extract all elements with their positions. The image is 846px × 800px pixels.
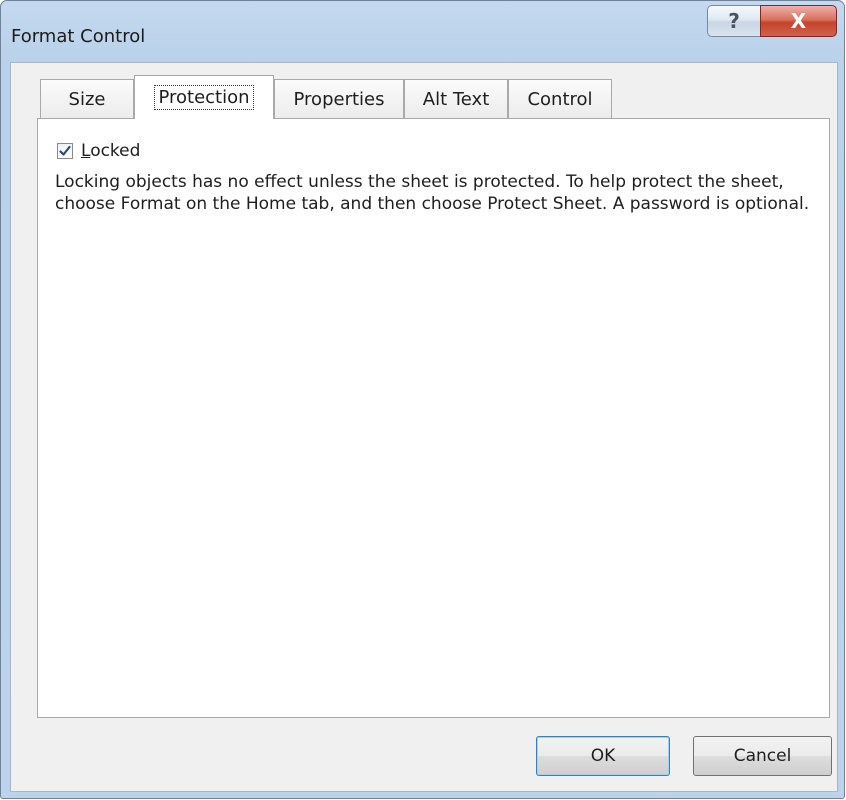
dialog-title: Format Control bbox=[11, 26, 146, 47]
tab-alt-text[interactable]: Alt Text bbox=[404, 79, 508, 118]
locked-label-rest: ocked bbox=[90, 141, 141, 161]
tab-control-label: Control bbox=[527, 88, 593, 110]
locked-label: Locked bbox=[81, 141, 140, 161]
tab-properties-label: Properties bbox=[293, 88, 385, 110]
tab-protection[interactable]: Protection bbox=[134, 75, 274, 119]
ok-button[interactable]: OK bbox=[536, 736, 670, 776]
locked-option[interactable]: Locked bbox=[57, 139, 140, 163]
ok-button-label: OK bbox=[590, 746, 616, 766]
checkmark-icon bbox=[59, 145, 71, 156]
close-icon: X bbox=[790, 9, 807, 33]
close-button[interactable]: X bbox=[760, 5, 837, 37]
dialog-body: Size Protection Properties Alt Text Cont… bbox=[10, 62, 838, 792]
cancel-button[interactable]: Cancel bbox=[693, 736, 832, 776]
locked-checkbox[interactable] bbox=[57, 143, 73, 159]
locking-description: Locking objects has no effect unless the… bbox=[55, 172, 810, 214]
format-control-dialog: Format Control ? X Size Protection Prope… bbox=[0, 0, 845, 799]
tab-size-label: Size bbox=[68, 88, 106, 110]
help-icon: ? bbox=[728, 9, 740, 33]
title-bar[interactable]: Format Control ? X bbox=[1, 1, 844, 61]
protection-panel: Locked Locking objects has no effect unl… bbox=[37, 118, 830, 718]
tab-properties[interactable]: Properties bbox=[274, 79, 404, 118]
tab-protection-label: Protection bbox=[154, 85, 254, 110]
tab-control[interactable]: Control bbox=[508, 79, 612, 118]
tab-alt-text-label: Alt Text bbox=[422, 88, 490, 110]
locked-label-mnemonic: L bbox=[81, 141, 91, 161]
help-button[interactable]: ? bbox=[707, 5, 760, 37]
cancel-button-label: Cancel bbox=[733, 746, 792, 766]
tab-size[interactable]: Size bbox=[40, 79, 134, 118]
